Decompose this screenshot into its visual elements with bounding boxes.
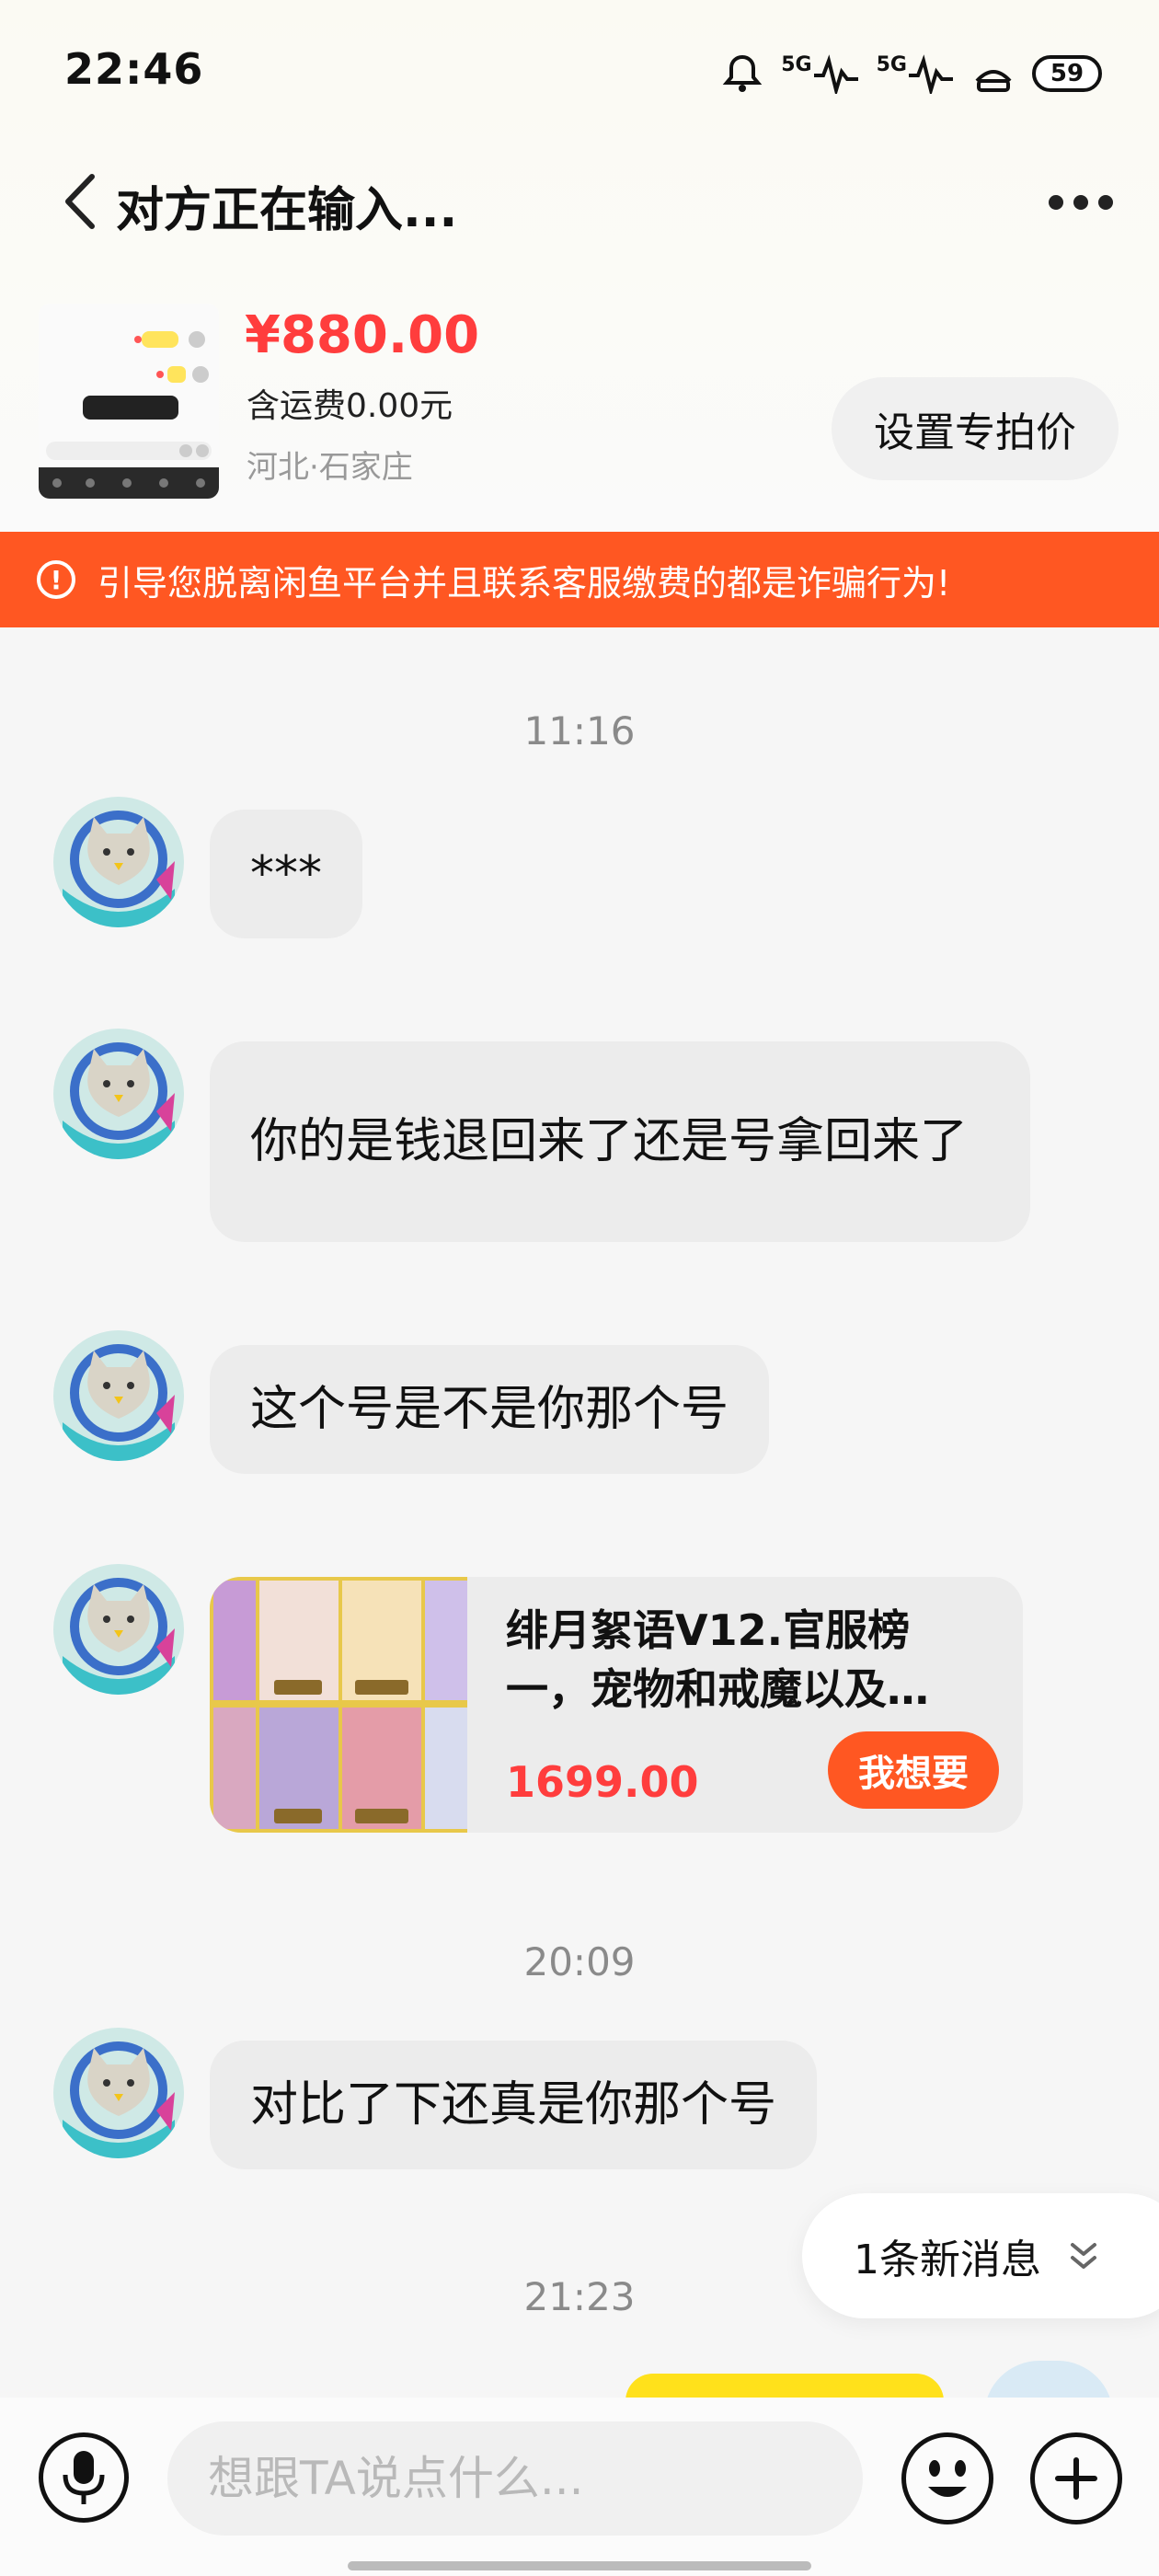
message-bubble[interactable]: 这个号是不是你那个号 <box>210 1345 770 1474</box>
more-options-button[interactable] <box>1039 184 1122 221</box>
double-chevron-down-icon <box>1071 2243 1096 2269</box>
set-special-price-button[interactable]: 设置专拍价 <box>832 377 1119 480</box>
avatar[interactable] <box>53 797 184 927</box>
plus-icon <box>1055 2457 1097 2500</box>
battery-indicator: 59 <box>1032 55 1102 92</box>
chat-header: 对方正在输入... <box>0 156 1159 248</box>
product-card-price: 1699.00 <box>506 1757 699 1807</box>
new-message-indicator[interactable]: 1条新消息 <box>802 2193 1159 2318</box>
product-summary[interactable]: ¥880.00 含运费0.00元 河北·石家庄 设置专拍价 <box>0 294 1159 524</box>
product-location: 河北·石家庄 <box>247 449 413 486</box>
status-icons: 5G 5G 59 <box>720 46 1102 101</box>
more-dot <box>1073 195 1088 210</box>
product-thumbnail-image <box>39 304 219 499</box>
message-text: 这个号是不是你那个号 <box>250 1382 729 1437</box>
avatar[interactable] <box>53 1330 184 1461</box>
product-price: ¥880.00 <box>245 305 480 365</box>
product-card-message[interactable]: 绯月絮语V12.官服榜一，宠物和戒魔以及… 1699.00 我想要 <box>210 1577 1023 1833</box>
fraud-warning-banner: ! 引导您脱离闲鱼平台并且联系客服缴费的都是诈骗行为! <box>0 532 1159 627</box>
wifi-icon <box>975 70 1012 92</box>
message-bubble[interactable]: 对比了下还真是你那个号 <box>210 2041 818 2169</box>
want-button[interactable]: 我想要 <box>828 1731 999 1809</box>
back-button[interactable] <box>55 169 110 234</box>
cat-avatar-image <box>53 797 184 927</box>
signal-5g-label-2: 5G <box>876 53 907 76</box>
more-actions-button[interactable] <box>1030 2432 1122 2524</box>
status-time: 22:46 <box>64 44 204 94</box>
chat-title: 对方正在输入... <box>116 183 458 238</box>
warning-icon: ! <box>37 560 75 599</box>
warning-text: 引导您脱离闲鱼平台并且联系客服缴费的都是诈骗行为! <box>98 562 951 604</box>
cat-avatar-image <box>53 1564 184 1695</box>
alarm-bell-icon <box>722 54 763 92</box>
timestamp: 11:16 <box>523 708 636 753</box>
home-indicator[interactable] <box>348 2561 811 2570</box>
product-thumbnail[interactable] <box>39 304 219 499</box>
signal-wave-icon-2 <box>909 54 953 94</box>
signal-5g-label-1: 5G <box>781 53 812 76</box>
new-message-label: 1条新消息 <box>854 2237 1041 2283</box>
timestamp: 20:09 <box>523 1939 636 1984</box>
message-bubble[interactable]: *** <box>210 810 362 938</box>
more-dot <box>1098 195 1113 210</box>
message-bubble[interactable]: 你的是钱退回来了还是号拿回来了 <box>210 1041 1030 1242</box>
message-text: 你的是钱退回来了还是号拿回来了 <box>250 1114 969 1169</box>
message-input[interactable] <box>167 2421 863 2536</box>
message-text: 对比了下还真是你那个号 <box>250 2077 777 2133</box>
smiley-icon <box>928 2460 967 2497</box>
avatar[interactable] <box>53 1564 184 1695</box>
voice-button[interactable] <box>39 2432 129 2523</box>
product-card-title: 绯月絮语V12.官服榜一，宠物和戒魔以及… <box>506 1605 929 1714</box>
signal-5g-icon-2: 5G <box>877 53 955 94</box>
message-text: *** <box>250 846 322 902</box>
signal-wave-icon <box>813 54 858 94</box>
signal-5g-icon-1: 5G <box>781 53 859 94</box>
status-bar: 22:46 5G 5G 59 <box>0 0 1159 138</box>
cat-avatar-image <box>53 2028 184 2158</box>
chevron-left-icon <box>65 174 95 229</box>
emoji-button[interactable] <box>901 2432 993 2524</box>
input-bar <box>0 2398 1159 2576</box>
cat-avatar-image <box>53 1330 184 1461</box>
avatar[interactable] <box>53 1029 184 1159</box>
product-shipping: 含运费0.00元 <box>247 387 453 425</box>
microphone-icon <box>63 2451 105 2504</box>
avatar[interactable] <box>53 2028 184 2158</box>
more-dots-icon <box>1049 195 1063 210</box>
cat-avatar-image <box>53 1029 184 1159</box>
product-card-image <box>210 1577 467 1833</box>
